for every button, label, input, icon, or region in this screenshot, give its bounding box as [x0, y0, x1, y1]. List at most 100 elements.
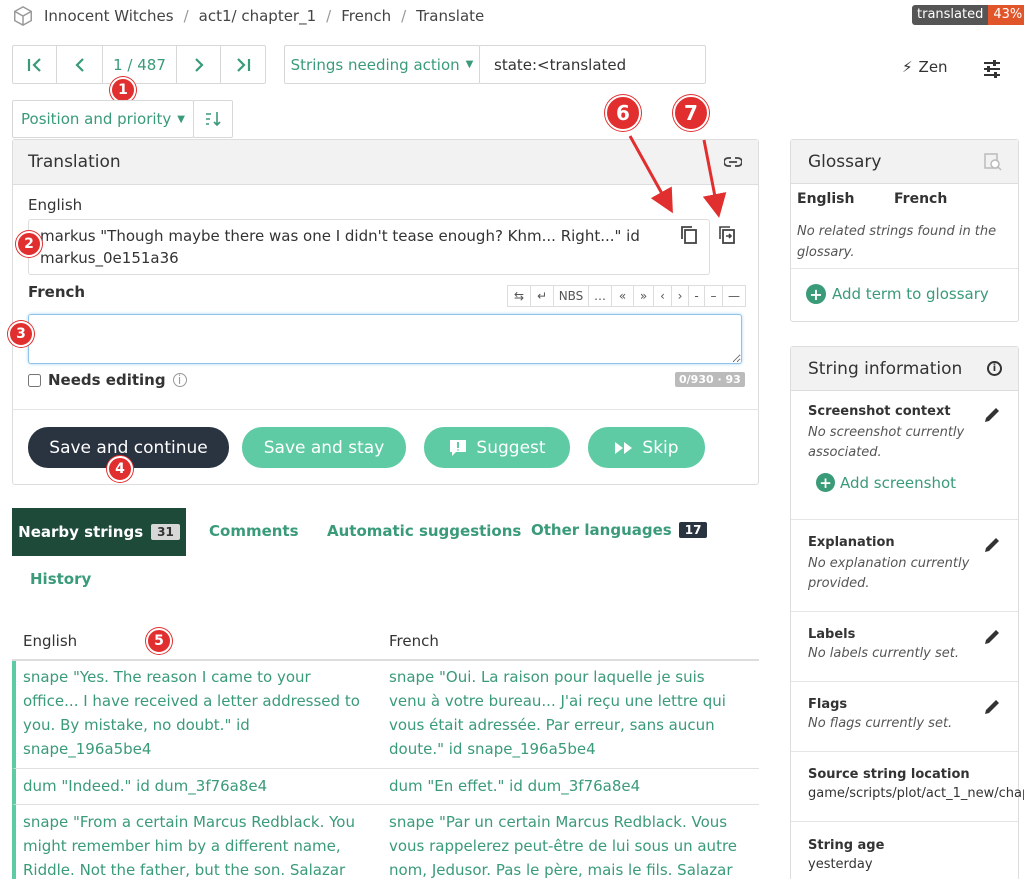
divider [12, 409, 759, 410]
badge-percent: 43% [988, 5, 1024, 25]
settings-sliders-icon[interactable] [982, 59, 1002, 83]
sort-order-icon [206, 112, 221, 127]
translation-textarea[interactable] [28, 314, 742, 364]
tab-comments[interactable]: Comments [209, 522, 299, 540]
translated-badge: translated 43% [912, 5, 1024, 25]
sort-dropdown[interactable]: Position and priority ▼ [12, 100, 194, 138]
divider [791, 751, 1018, 752]
first-icon [27, 57, 41, 72]
labels-title: Labels [808, 627, 856, 642]
marker-6: 6 [605, 95, 641, 131]
tab-nearby-strings[interactable]: Nearby strings 31 [12, 508, 186, 556]
filter-label: Strings needing action [290, 55, 460, 74]
next-icon [194, 57, 204, 72]
caret-down-icon: ▼ [465, 59, 474, 70]
last-icon [237, 57, 251, 72]
en-dash-button[interactable]: – [705, 285, 723, 307]
needs-editing-label: Needs editing [48, 371, 166, 389]
row-french-cell: snape "Oui. La raison pour laquelle je s… [389, 668, 726, 758]
source-text-box: markus "Though maybe there was one I did… [28, 219, 710, 275]
tab-other-languages-label: Other languages [531, 521, 672, 539]
add-glossary-term-button[interactable]: + Add term to glossary [806, 284, 989, 304]
row-english-cell: snape "From a certain Marcus Redblack. Y… [23, 813, 355, 879]
suggest-button[interactable]: Suggest [424, 427, 570, 468]
screenshot-context-text: No screenshot currently associated. [808, 425, 965, 460]
cube-icon [14, 5, 32, 27]
divider [791, 519, 1018, 520]
string-info-header: String information i [791, 347, 1018, 391]
ellipsis-button[interactable]: … [589, 285, 612, 307]
save-stay-label: Save and stay [263, 437, 385, 458]
string-age-title: String age [808, 838, 885, 853]
table-header-english: English [23, 632, 78, 650]
labels-text: No labels currently set. [808, 646, 960, 661]
breadcrumb-language[interactable]: French [341, 7, 391, 25]
translation-panel-header: Translation [13, 140, 758, 185]
bolt-icon: ⚡ [902, 58, 913, 76]
tab-char-button[interactable]: ⇆ [507, 285, 531, 307]
add-glossary-label: Add term to glossary [832, 285, 989, 303]
skip-label: Skip [642, 437, 679, 458]
nbsp-button[interactable]: NBS [554, 285, 589, 307]
skip-button[interactable]: Skip [588, 427, 705, 468]
source-location-title: Source string location [808, 767, 970, 782]
divider [791, 681, 1018, 682]
tab-automatic-suggestions[interactable]: Automatic suggestions [327, 522, 521, 540]
suggest-label: Suggest [476, 437, 546, 458]
source-location-link[interactable]: game/scripts/plot/act_1_new/chap [808, 786, 1024, 801]
needs-editing-checkbox[interactable] [28, 373, 41, 387]
glossary-col-french: French [894, 191, 948, 207]
tab-other-languages[interactable]: Other languages 17 [531, 521, 708, 539]
edit-explanation-pencil-icon[interactable] [982, 535, 1002, 555]
string-age-text: yesterday [808, 857, 873, 872]
marker-3: 3 [8, 321, 34, 347]
copy-to-translation-icon[interactable] [718, 225, 736, 249]
edit-labels-pencil-icon[interactable] [982, 627, 1002, 647]
right-guillemet-button[interactable]: » [634, 285, 654, 307]
flags-text: No flags currently set. [808, 716, 953, 731]
prev-icon [74, 57, 84, 72]
table-row[interactable]: snape "From a certain Marcus Redblack. Y… [12, 805, 759, 879]
first-button[interactable] [13, 46, 57, 83]
glossary-search-icon[interactable] [984, 152, 1002, 171]
comment-alert-icon [450, 439, 467, 456]
copy-source-icon[interactable] [680, 225, 698, 249]
edit-flags-pencil-icon[interactable] [982, 697, 1002, 717]
marker-7: 7 [673, 95, 709, 131]
sort-direction-button[interactable] [193, 100, 233, 138]
table-row[interactable]: snape "Yes. The reason I came to your of… [12, 661, 759, 769]
newline-char-button[interactable]: ↵ [531, 285, 554, 307]
left-guillemet-button[interactable]: « [612, 285, 634, 307]
table-row[interactable]: dum "Indeed." id dum_3f76a8e4 dum "En ef… [12, 769, 759, 805]
save-stay-button[interactable]: Save and stay [242, 427, 406, 468]
table-header-french: French [389, 632, 439, 650]
prev-button[interactable] [57, 46, 103, 83]
add-screenshot-button[interactable]: + Add screenshot [816, 473, 956, 492]
filter-dropdown[interactable]: Strings needing action ▼ [284, 45, 480, 84]
plus-circle-icon: + [806, 284, 826, 304]
last-button[interactable] [221, 46, 265, 83]
link-icon[interactable] [724, 156, 742, 168]
zen-button[interactable]: ⚡ Zen [902, 58, 948, 76]
plus-circle-icon: + [816, 473, 835, 492]
glossary-empty-text: No related strings found in the glossary… [797, 224, 997, 260]
add-screenshot-label: Add screenshot [840, 473, 957, 492]
breadcrumb-component[interactable]: act1/ chapter_1 [199, 7, 316, 25]
query-input[interactable]: state:<translated [479, 45, 706, 84]
left-single-guillemet-button[interactable]: ‹ [654, 285, 672, 307]
explanation-text: No explanation currently provided. [808, 556, 970, 591]
right-single-guillemet-button[interactable]: › [672, 285, 689, 307]
sort-label: Position and priority [21, 110, 172, 128]
edit-screenshot-pencil-icon[interactable] [982, 405, 1002, 425]
source-lang-label: English [28, 196, 83, 214]
hyphen-button[interactable]: - [689, 285, 705, 307]
em-dash-button[interactable]: — [723, 285, 746, 307]
info-icon[interactable]: i [172, 373, 187, 387]
position-counter[interactable]: 1 / 487 [103, 46, 177, 83]
info-circle-icon[interactable]: i [987, 361, 1002, 376]
divider [791, 268, 1018, 269]
next-button[interactable] [177, 46, 221, 83]
tab-history[interactable]: History [30, 570, 91, 588]
screenshot-context-title: Screenshot context [808, 404, 951, 419]
breadcrumb-project[interactable]: Innocent Witches [44, 7, 174, 25]
